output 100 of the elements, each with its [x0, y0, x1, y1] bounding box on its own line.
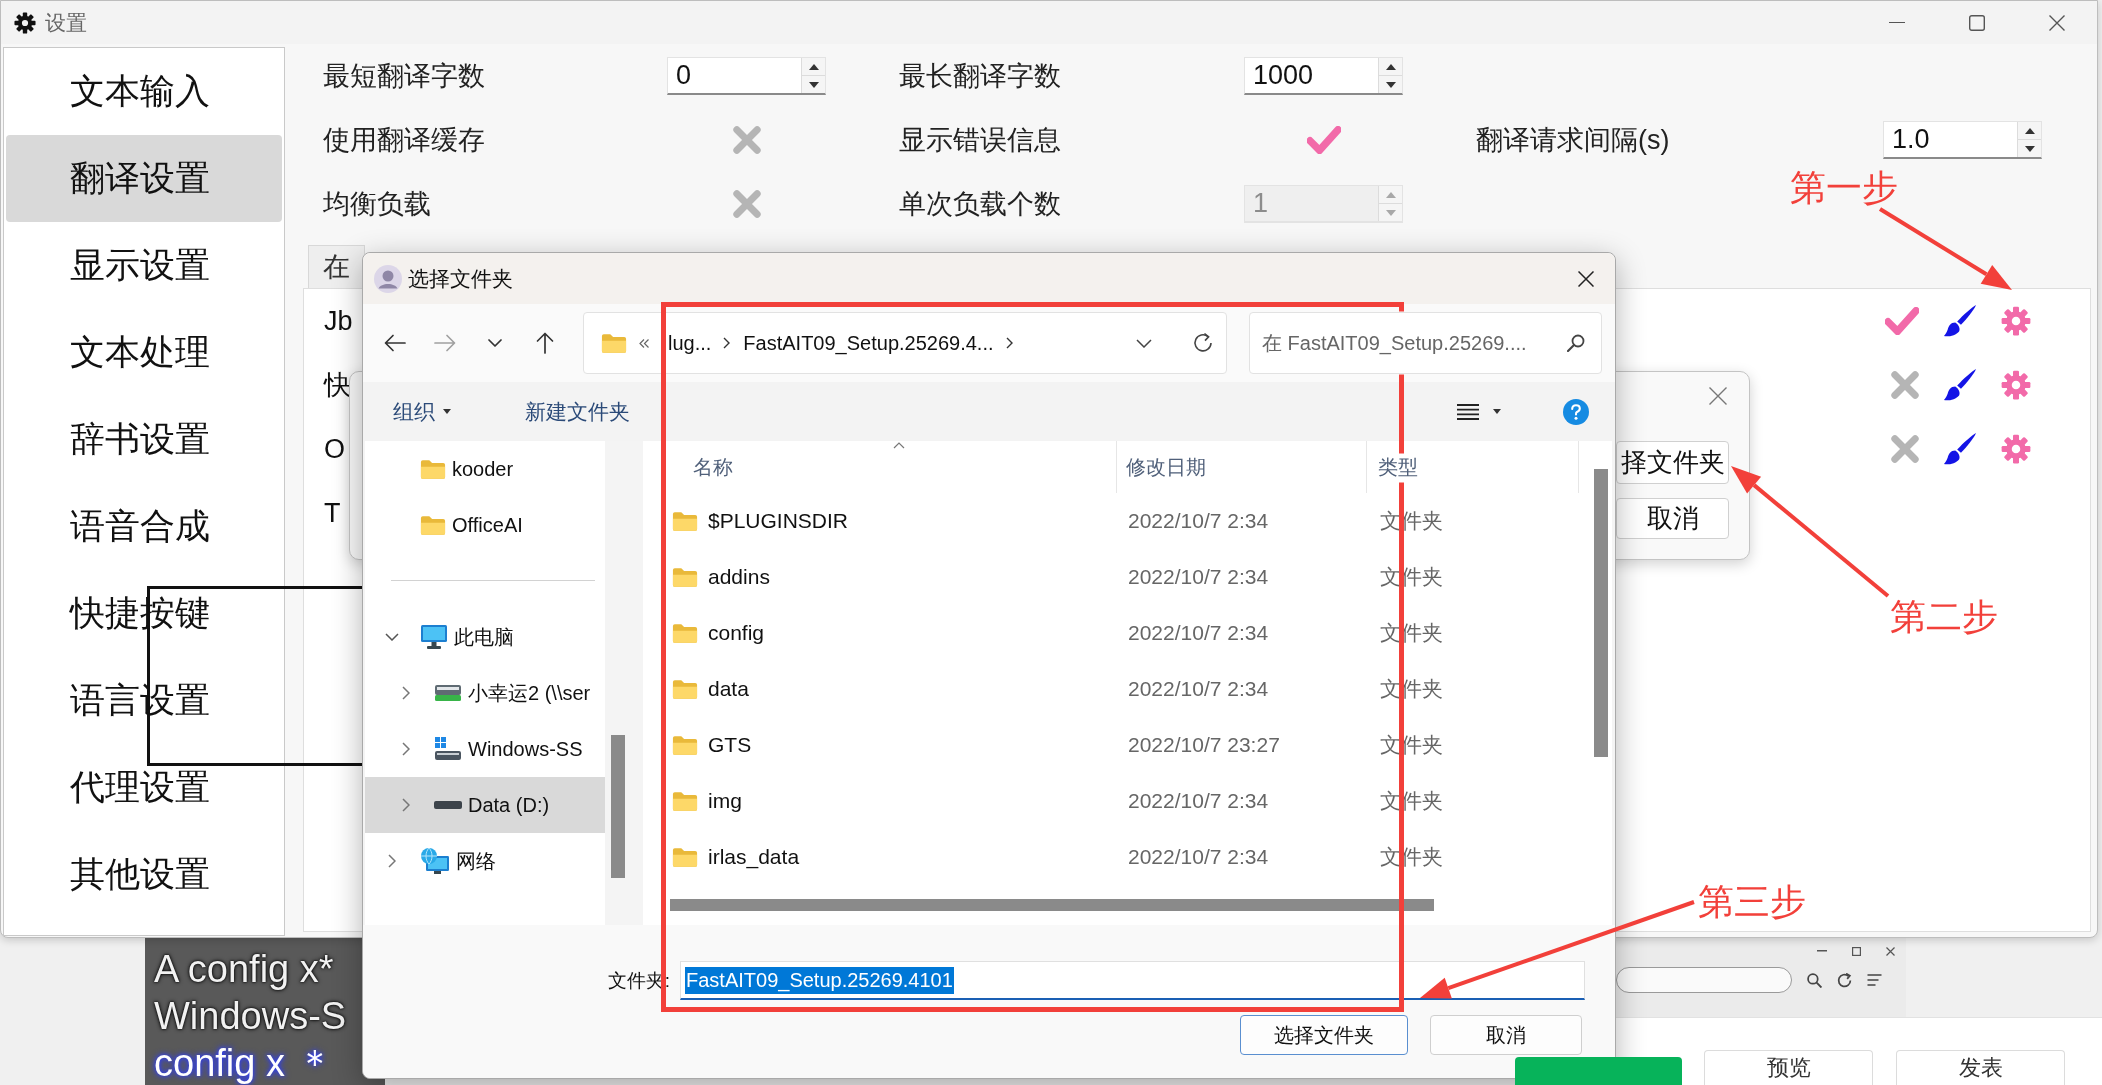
chevron-down-icon[interactable]	[1136, 338, 1152, 348]
nav-item[interactable]: OfficeAI	[365, 497, 605, 553]
chevron-down-icon[interactable]	[385, 633, 399, 641]
column-header[interactable]: 名称	[643, 441, 1117, 493]
page-button[interactable]: 发表	[1896, 1050, 2065, 1085]
sidebar-item[interactable]: 辞书设置	[6, 396, 282, 483]
sidebar-item[interactable]: 代理设置	[6, 744, 282, 831]
dialog-button[interactable]: 取消	[1430, 1015, 1582, 1055]
windows-drive-icon	[434, 737, 462, 761]
decrement-button[interactable]	[802, 75, 825, 93]
dialog-button[interactable]: 择文件夹	[1616, 441, 1729, 484]
caret-down-icon	[808, 81, 819, 88]
network-icon	[420, 847, 450, 875]
engine-name: Jb	[324, 305, 353, 337]
folder-icon	[672, 622, 698, 644]
decrement-button[interactable]	[1379, 75, 1402, 93]
sidebar-item[interactable]: 文本输入	[6, 48, 282, 135]
sidebar-item[interactable]: 显示设置	[6, 222, 282, 309]
settings-icon[interactable]	[2001, 370, 2031, 400]
search-icon[interactable]	[1567, 334, 1585, 352]
sidebar-item[interactable]: 翻译设置	[6, 135, 282, 222]
spinbox-field[interactable]: 1000	[1244, 57, 1403, 95]
nav-item[interactable]: 此电脑	[365, 609, 605, 665]
dialog-title: 选择文件夹	[408, 265, 513, 292]
option-label: 单次负载个数	[899, 188, 1062, 221]
nav-item[interactable]: kooder	[365, 441, 605, 497]
brush-icon[interactable]	[1943, 304, 1977, 338]
file-name[interactable]: addins	[708, 565, 770, 589]
nav-item[interactable]: Data (D:)	[365, 777, 605, 833]
scrollbar-thumb[interactable]	[611, 735, 625, 878]
dialog-button[interactable]: 取消	[1616, 498, 1729, 539]
step-label: 第二步	[1890, 597, 1998, 637]
file-name[interactable]: img	[708, 789, 742, 813]
caret-down-icon	[2024, 145, 2035, 152]
increment-button[interactable]	[802, 58, 825, 75]
file-name[interactable]: config	[708, 621, 765, 645]
check-icon[interactable]	[1306, 126, 1341, 154]
close-icon	[1709, 387, 1727, 405]
settings-icon[interactable]	[2001, 306, 2031, 336]
sidebar-item[interactable]: 其他设置	[6, 831, 282, 918]
increment-button[interactable]	[1379, 58, 1402, 75]
caret-down-icon	[1385, 209, 1396, 216]
help-icon[interactable]	[1563, 398, 1589, 425]
increment-button[interactable]	[2018, 122, 2041, 139]
file-name[interactable]: irlas_data	[708, 845, 800, 869]
file-name[interactable]: $PLUGINSDIR	[708, 509, 849, 533]
file-name[interactable]: GTS	[708, 733, 752, 757]
check-icon[interactable]	[1885, 307, 1919, 335]
column-header[interactable]: 修改日期	[1117, 441, 1367, 493]
breadcrumb[interactable]: FastAIT09_Setup.25269.4...	[743, 331, 994, 355]
search-field[interactable]: 在 FastAIT09_Setup.25269....	[1249, 312, 1602, 374]
settings-icon[interactable]	[2001, 434, 2031, 464]
decrement-button[interactable]	[2018, 139, 2041, 157]
sidebar-item[interactable]: 语音合成	[6, 483, 282, 570]
folder-icon	[601, 332, 627, 354]
scrollbar-thumb[interactable]	[670, 899, 1434, 911]
toolbar-button[interactable]: 新建文件夹	[521, 391, 634, 432]
close-icon	[1578, 270, 1594, 287]
maximize-icon[interactable]	[1852, 946, 1861, 956]
option-label: 翻译请求间隔(s)	[1476, 124, 1671, 157]
nav-item[interactable]: 小幸运2 (\\ser	[365, 665, 605, 721]
caption-text: Windows-S	[154, 994, 347, 1039]
menu-button[interactable]: 组织	[389, 391, 455, 432]
breadcrumb[interactable]: lug...	[668, 331, 712, 355]
close-icon[interactable]	[1886, 946, 1895, 956]
address-bar[interactable]: lug... FastAIT09_Setup.25269.4...	[583, 312, 1227, 374]
file-name[interactable]: data	[708, 677, 749, 701]
search-icon[interactable]	[1807, 972, 1822, 988]
close-button[interactable]	[1709, 387, 1727, 405]
refresh-icon[interactable]	[1837, 972, 1852, 988]
page-button[interactable]: 预览	[1704, 1050, 1873, 1085]
tab[interactable]: 在	[308, 245, 365, 288]
dialog-button[interactable]: 选择文件夹	[1240, 1015, 1408, 1055]
caption-text: config x ＊	[154, 1041, 334, 1085]
close-icon	[2049, 14, 2065, 31]
engine-name: 快	[324, 369, 351, 402]
brush-icon[interactable]	[1943, 432, 1977, 466]
caret-down-icon	[1493, 409, 1501, 414]
modified-date: 2022/10/7 2:34	[1128, 509, 1269, 533]
double-chevron-left-icon[interactable]	[639, 338, 649, 348]
modified-date: 2022/10/7 2:34	[1128, 565, 1269, 589]
spinbox-field[interactable]: 0	[667, 57, 826, 95]
window-title: 设置	[45, 9, 87, 36]
menu-icon[interactable]	[1867, 974, 1882, 986]
option-label: 最短翻译字数	[323, 60, 486, 93]
minimize-icon[interactable]	[1817, 950, 1827, 952]
sidebar-item[interactable]: 文本处理	[6, 309, 282, 396]
refresh-icon[interactable]	[1192, 332, 1214, 354]
chevron-right-icon[interactable]	[1005, 337, 1013, 349]
option-label: 均衡负载	[323, 188, 432, 221]
spinbox-field[interactable]: 1.0	[1883, 121, 2042, 159]
nav-item[interactable]: 网络	[365, 833, 605, 889]
caret-up-icon	[808, 63, 819, 70]
chevron-right-icon[interactable]	[723, 337, 731, 349]
address-field[interactable]	[1616, 967, 1792, 993]
scrollbar-thumb[interactable]	[1594, 469, 1608, 757]
folder-name-field[interactable]: FastAIT09_Setup.25269.4101	[680, 961, 1585, 1000]
brush-icon[interactable]	[1943, 368, 1977, 402]
column-header[interactable]: 类型	[1367, 441, 1579, 493]
nav-item[interactable]: Windows-SS	[365, 721, 605, 777]
